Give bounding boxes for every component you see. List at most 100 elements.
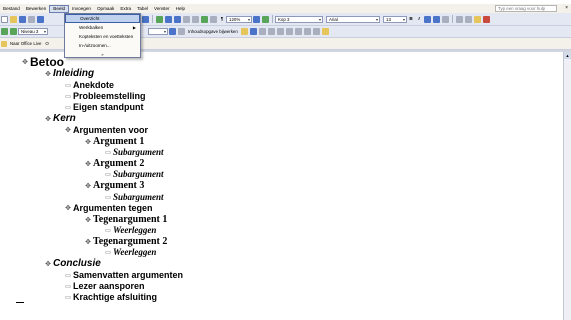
- open-folder-icon[interactable]: [10, 15, 17, 23]
- toc-icon[interactable]: [178, 28, 185, 35]
- vertical-scrollbar[interactable]: ▲: [563, 52, 571, 320]
- menu-beeld[interactable]: Beeld: [49, 4, 70, 13]
- redo-icon[interactable]: [142, 15, 149, 23]
- insert-excel-icon[interactable]: [183, 15, 190, 23]
- expand-plus-icon[interactable]: ✥: [83, 160, 93, 168]
- new-document-icon[interactable]: [1, 15, 8, 23]
- document-area[interactable]: ✥ Betoo ✥ Inleiding ▭ Anekdote ▭ Problee…: [0, 52, 563, 320]
- collapse-minus-icon[interactable]: ▭: [103, 149, 113, 156]
- outline-item[interactable]: ▭ Weerleggen: [103, 247, 156, 257]
- outline-item[interactable]: ✥ Conclusie: [43, 258, 101, 269]
- outline-item[interactable]: ✥ Kern: [43, 113, 76, 124]
- lock-doc-icon[interactable]: [312, 28, 320, 35]
- menu-opmaak[interactable]: Opmaak: [94, 5, 117, 13]
- collapse-minus-icon[interactable]: ▭: [63, 294, 73, 301]
- outline-item[interactable]: ▭ Krachtige afsluiting: [63, 292, 157, 302]
- collapse-minus-icon[interactable]: ▭: [103, 194, 113, 201]
- promote-to-heading-icon[interactable]: [1, 28, 8, 35]
- outline-item[interactable]: ✥ Inleiding: [43, 68, 94, 79]
- office-live-extra[interactable]: O: [45, 41, 48, 46]
- outline-level-select[interactable]: Niveau 3: [18, 28, 48, 35]
- expand-plus-icon[interactable]: ✥: [83, 238, 93, 246]
- outline-item[interactable]: ▭ Subargument: [103, 192, 163, 202]
- menu-invoegen[interactable]: Invoegen: [69, 5, 94, 13]
- remove-subdoc-icon[interactable]: [276, 28, 284, 35]
- outline-item[interactable]: ✥ Argument 2: [83, 158, 144, 169]
- italic-button[interactable]: I: [415, 15, 423, 23]
- outline-item[interactable]: ✥ Argument 3: [83, 180, 144, 191]
- close-outline-icon[interactable]: [321, 28, 329, 35]
- outline-item[interactable]: ▭ Anekdote: [63, 80, 114, 90]
- menu-tabel[interactable]: Tabel: [134, 5, 151, 13]
- insert-table-icon[interactable]: [174, 15, 181, 23]
- columns-icon[interactable]: [192, 15, 199, 23]
- help-search-input[interactable]: Typ een vraag voor hulp: [495, 5, 557, 12]
- menu-extra[interactable]: Extra: [117, 5, 134, 13]
- outline-item[interactable]: ✥ Argument 1: [83, 136, 144, 147]
- expand-plus-icon[interactable]: ✥: [63, 126, 73, 134]
- update-toc-button[interactable]: Inhoudsopgave bijwerken: [188, 29, 238, 34]
- merge-subdoc-icon[interactable]: [294, 28, 302, 35]
- outline-item[interactable]: ✥ Argumenten voor: [63, 125, 148, 135]
- outline-item[interactable]: ✥ Tegenargument 2: [83, 236, 167, 247]
- expand-plus-icon[interactable]: ✥: [43, 70, 53, 78]
- bullets-icon[interactable]: [465, 15, 472, 23]
- document-map-icon[interactable]: [210, 15, 217, 23]
- collapse-minus-icon[interactable]: ▭: [63, 272, 73, 279]
- outline-item[interactable]: ▭ Subargument: [103, 147, 163, 157]
- tables-borders-icon[interactable]: [165, 15, 172, 23]
- outline-item[interactable]: ▭ Lezer aansporen: [63, 281, 144, 291]
- office-live-button[interactable]: Naar Office Live: [10, 41, 41, 46]
- expand-plus-icon[interactable]: ✥: [20, 58, 30, 66]
- expand-plus-icon[interactable]: ✥: [43, 260, 53, 268]
- font-color-icon[interactable]: [483, 15, 490, 23]
- outline-item[interactable]: ▭ Samenvatten argumenten: [63, 270, 183, 280]
- help-icon[interactable]: [253, 15, 260, 23]
- collapse-subdocs-icon[interactable]: [258, 28, 266, 35]
- insert-subdoc-icon[interactable]: [285, 28, 293, 35]
- expand-plus-icon[interactable]: ✥: [83, 138, 93, 146]
- menu-help[interactable]: Help: [173, 5, 188, 13]
- expand-plus-icon[interactable]: ✥: [83, 216, 93, 224]
- collapse-minus-icon[interactable]: ▭: [63, 93, 73, 100]
- collapse-minus-icon[interactable]: ▭: [63, 104, 73, 111]
- permission-icon[interactable]: [28, 15, 35, 23]
- font-size-select[interactable]: 13: [383, 15, 407, 23]
- outline-item[interactable]: ▭ Eigen standpunt: [63, 102, 143, 112]
- outline-item[interactable]: ✥ Betoo: [20, 55, 64, 69]
- style-select[interactable]: Kop 3: [275, 15, 323, 23]
- font-select[interactable]: Arial: [326, 15, 380, 23]
- hyperlink-icon[interactable]: [156, 15, 163, 23]
- split-subdoc-icon[interactable]: [303, 28, 311, 35]
- collapse-minus-icon[interactable]: ▭: [63, 82, 73, 89]
- expand-plus-icon[interactable]: ✥: [43, 115, 53, 123]
- show-formatting-icon[interactable]: [169, 28, 176, 35]
- menu-item-kopteksten[interactable]: Kopteksten en voetteksten: [65, 32, 140, 41]
- zoom-select[interactable]: 120%: [226, 15, 252, 23]
- menu-expand-chevron-icon[interactable]: »: [65, 50, 140, 59]
- collapse-minus-icon[interactable]: ▭: [103, 171, 113, 178]
- align-center-icon[interactable]: [433, 15, 440, 23]
- show-hide-paragraph-icon[interactable]: ¶: [218, 15, 226, 23]
- highlight-icon[interactable]: [474, 15, 481, 23]
- outline-item[interactable]: ▭ Probleemstelling: [63, 91, 145, 101]
- drawing-icon[interactable]: [201, 15, 208, 23]
- outline-item[interactable]: ▭ Weerleggen: [103, 225, 156, 235]
- menu-item-overzicht[interactable]: Overzicht: [65, 14, 140, 23]
- menu-bestand[interactable]: Bestand: [0, 5, 23, 13]
- close-document-icon[interactable]: ×: [565, 5, 568, 11]
- menu-item-zoom[interactable]: In-/uitzoomen...: [65, 41, 140, 50]
- outline-item[interactable]: ▭ Subargument: [103, 169, 163, 179]
- show-level-select[interactable]: [148, 28, 168, 35]
- outline-item[interactable]: ✥ Tegenargument 1: [83, 214, 167, 225]
- read-icon[interactable]: [262, 15, 269, 23]
- expand-plus-icon[interactable]: ✥: [63, 204, 73, 212]
- menu-item-werkbalken[interactable]: Werkbalken ▶: [65, 23, 140, 32]
- outline-item[interactable]: ✥ Argumenten tegen: [63, 203, 152, 213]
- align-right-icon[interactable]: [442, 15, 449, 23]
- collapse-minus-icon[interactable]: ▭: [103, 227, 113, 234]
- create-subdoc-icon[interactable]: [267, 28, 275, 35]
- save-icon[interactable]: [19, 15, 26, 23]
- expand-plus-icon[interactable]: ✥: [83, 182, 93, 190]
- bold-button[interactable]: B: [407, 15, 415, 23]
